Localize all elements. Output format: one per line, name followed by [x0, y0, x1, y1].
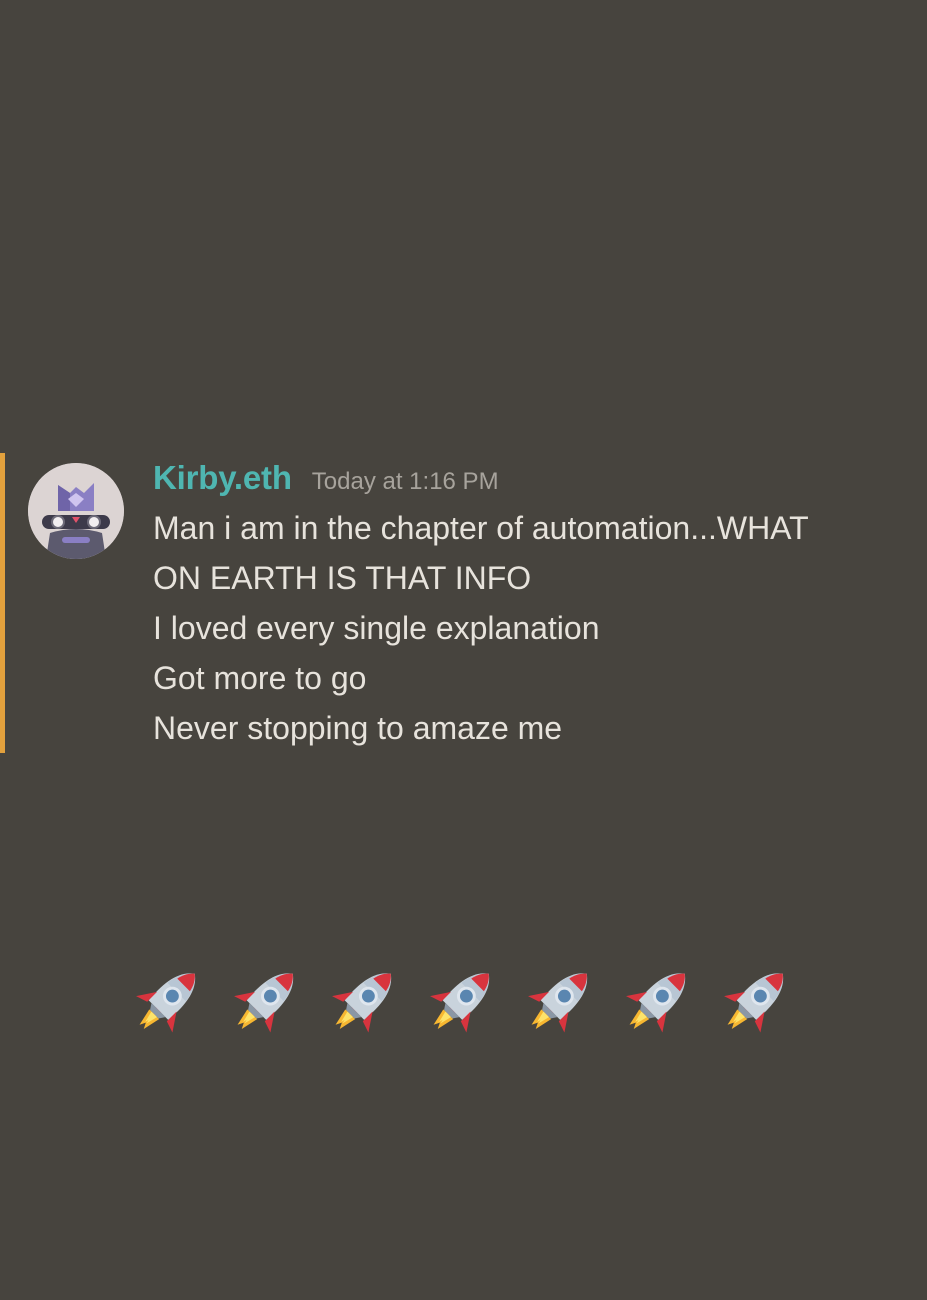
message-line: I loved every single explanation	[153, 610, 600, 646]
message-content: Kirby.eth Today at 1:16 PM Man i am in t…	[153, 459, 913, 753]
message-line: Got more to go	[153, 660, 367, 696]
rocket-icon	[616, 958, 699, 1044]
rocket-icon	[518, 958, 601, 1044]
message-timestamp: Today at 1:16 PM	[311, 468, 499, 495]
chat-message: Kirby.eth Today at 1:16 PM Man i am in t…	[0, 453, 927, 753]
robot-avatar-icon	[28, 463, 124, 559]
rocket-icon	[420, 958, 503, 1044]
rocket-icon	[322, 958, 405, 1044]
message-header: Kirby.eth Today at 1:16 PM	[153, 459, 913, 503]
message-body: Man i am in the chapter of automation...…	[153, 503, 913, 753]
message-line: ON EARTH IS THAT INFO	[153, 560, 532, 596]
rocket-icon	[126, 958, 209, 1044]
message-line: Never stopping to amaze me	[153, 710, 563, 746]
message-line: Man i am in the chapter of automation...…	[153, 510, 809, 546]
rocket-emoji-row	[126, 958, 797, 1044]
author-username[interactable]: Kirby.eth	[153, 459, 292, 497]
mention-highlight-bar	[0, 453, 5, 753]
avatar[interactable]	[28, 463, 124, 559]
rocket-icon	[224, 958, 307, 1044]
rocket-icon	[714, 958, 797, 1044]
